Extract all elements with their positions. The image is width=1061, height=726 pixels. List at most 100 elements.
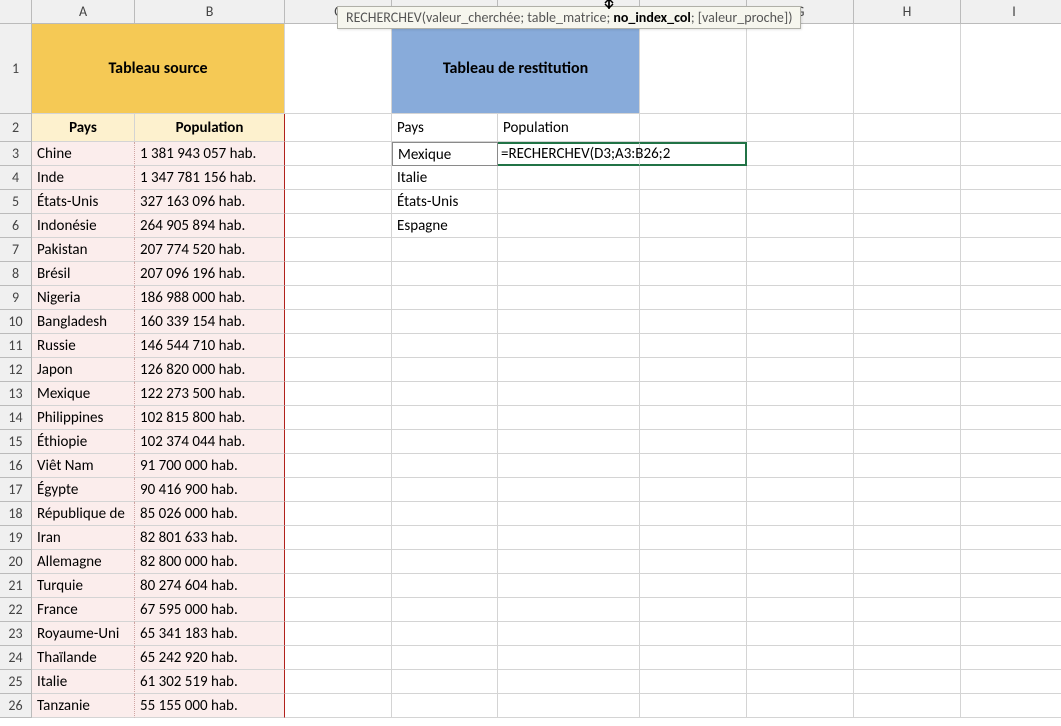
cell-A15[interactable]: Éthiopie <box>32 430 135 454</box>
cell-H23[interactable] <box>854 622 961 646</box>
cell-D3[interactable]: Mexique <box>392 142 498 166</box>
cell-E10[interactable] <box>498 310 640 334</box>
cell-A11[interactable]: Russie <box>32 334 135 358</box>
cell-H13[interactable] <box>854 382 961 406</box>
cell-I24[interactable] <box>961 646 1061 670</box>
cell-E19[interactable] <box>498 526 640 550</box>
cell-A19[interactable]: Iran <box>32 526 135 550</box>
cell-I17[interactable] <box>961 478 1061 502</box>
cell-I25[interactable] <box>961 670 1061 694</box>
cell-I5[interactable] <box>961 190 1061 214</box>
cell-G14[interactable] <box>747 406 854 430</box>
row-header-13[interactable]: 13 <box>0 382 32 406</box>
cell-C21[interactable] <box>285 574 392 598</box>
cell-C9[interactable] <box>285 286 392 310</box>
cell-H18[interactable] <box>854 502 961 526</box>
row-header-18[interactable]: 18 <box>0 502 32 526</box>
cell-D16[interactable] <box>392 454 498 478</box>
cell-H25[interactable] <box>854 670 961 694</box>
cell-E3-formula-edit[interactable]: =RECHERCHEV(D3;A3:B26;2 <box>498 142 640 166</box>
select-all-corner[interactable] <box>0 0 32 24</box>
cell-H22[interactable] <box>854 598 961 622</box>
cell-G22[interactable] <box>747 598 854 622</box>
cell-H1[interactable] <box>854 24 961 114</box>
cell-C23[interactable] <box>285 622 392 646</box>
cell-H8[interactable] <box>854 262 961 286</box>
cell-H21[interactable] <box>854 574 961 598</box>
cell-G19[interactable] <box>747 526 854 550</box>
cell-H6[interactable] <box>854 214 961 238</box>
cell-F4[interactable] <box>640 166 747 190</box>
cell-C25[interactable] <box>285 670 392 694</box>
cell-G8[interactable] <box>747 262 854 286</box>
cell-E14[interactable] <box>498 406 640 430</box>
cell-C13[interactable] <box>285 382 392 406</box>
cell-G18[interactable] <box>747 502 854 526</box>
cell-D26[interactable] <box>392 694 498 718</box>
row-header-9[interactable]: 9 <box>0 286 32 310</box>
cell-D11[interactable] <box>392 334 498 358</box>
cell-G23[interactable] <box>747 622 854 646</box>
cell-G10[interactable] <box>747 310 854 334</box>
row-header-4[interactable]: 4 <box>0 166 32 190</box>
cell-B13[interactable]: 122 273 500 hab. <box>135 382 285 406</box>
cell-F20[interactable] <box>640 550 747 574</box>
cell-E22[interactable] <box>498 598 640 622</box>
row-header-26[interactable]: 26 <box>0 694 32 718</box>
cell-F14[interactable] <box>640 406 747 430</box>
cell-D24[interactable] <box>392 646 498 670</box>
cell-I21[interactable] <box>961 574 1061 598</box>
cell-A25[interactable]: Italie <box>32 670 135 694</box>
row-header-20[interactable]: 20 <box>0 550 32 574</box>
cell-G12[interactable] <box>747 358 854 382</box>
row-header-1[interactable]: 1 <box>0 24 32 114</box>
cell-B4[interactable]: 1 347 781 156 hab. <box>135 166 285 190</box>
cell-C15[interactable] <box>285 430 392 454</box>
col-header-I[interactable]: I <box>961 0 1061 24</box>
cell-I16[interactable] <box>961 454 1061 478</box>
cell-D20[interactable] <box>392 550 498 574</box>
cell-I8[interactable] <box>961 262 1061 286</box>
cell-G9[interactable] <box>747 286 854 310</box>
cell-H20[interactable] <box>854 550 961 574</box>
cell-C22[interactable] <box>285 598 392 622</box>
cell-H24[interactable] <box>854 646 961 670</box>
row-header-3[interactable]: 3 <box>0 142 32 166</box>
cell-A26[interactable]: Tanzanie <box>32 694 135 718</box>
cell-D22[interactable] <box>392 598 498 622</box>
cell-D25[interactable] <box>392 670 498 694</box>
cell-B20[interactable]: 82 800 000 hab. <box>135 550 285 574</box>
cell-E26[interactable] <box>498 694 640 718</box>
row-header-10[interactable]: 10 <box>0 310 32 334</box>
cell-I26[interactable] <box>961 694 1061 718</box>
cell-D10[interactable] <box>392 310 498 334</box>
cell-A6[interactable]: Indonésie <box>32 214 135 238</box>
cell-H10[interactable] <box>854 310 961 334</box>
cell-B18[interactable]: 85 026 000 hab. <box>135 502 285 526</box>
cell-G17[interactable] <box>747 478 854 502</box>
cell-G3[interactable] <box>747 142 854 166</box>
cell-H17[interactable] <box>854 478 961 502</box>
cell-F21[interactable] <box>640 574 747 598</box>
cell-D23[interactable] <box>392 622 498 646</box>
cell-B5[interactable]: 327 163 096 hab. <box>135 190 285 214</box>
cell-F17[interactable] <box>640 478 747 502</box>
cell-C7[interactable] <box>285 238 392 262</box>
cell-B9[interactable]: 186 988 000 hab. <box>135 286 285 310</box>
cell-F8[interactable] <box>640 262 747 286</box>
cell-H11[interactable] <box>854 334 961 358</box>
cell-E7[interactable] <box>498 238 640 262</box>
cell-D14[interactable] <box>392 406 498 430</box>
cell-I12[interactable] <box>961 358 1061 382</box>
cell-E18[interactable] <box>498 502 640 526</box>
cell-H7[interactable] <box>854 238 961 262</box>
cell-D18[interactable] <box>392 502 498 526</box>
cell-I19[interactable] <box>961 526 1061 550</box>
cell-G11[interactable] <box>747 334 854 358</box>
cell-C26[interactable] <box>285 694 392 718</box>
col-header-B[interactable]: B <box>135 0 285 24</box>
cell-H5[interactable] <box>854 190 961 214</box>
col-header-A[interactable]: A <box>32 0 135 24</box>
cell-F11[interactable] <box>640 334 747 358</box>
cell-G24[interactable] <box>747 646 854 670</box>
